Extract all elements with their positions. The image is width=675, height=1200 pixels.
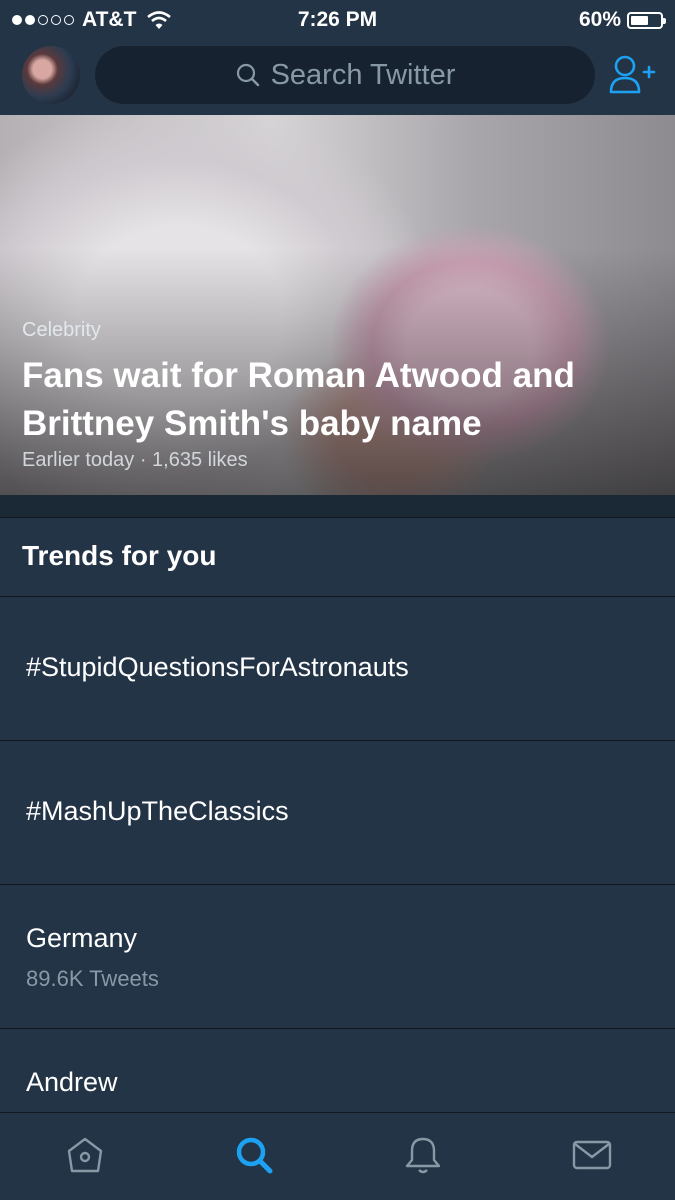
search-placeholder: Search Twitter <box>270 58 456 91</box>
clock: 7:26 PM <box>297 8 378 31</box>
trend-name: Andrew <box>26 1067 118 1097</box>
search-icon <box>236 63 259 87</box>
trend-name: #StupidQuestionsForAstronauts <box>26 652 409 682</box>
trend-tweet-count: 89.6K Tweets <box>26 966 159 991</box>
trends-header: Trends for you <box>0 517 675 597</box>
featured-category: Celebrity <box>22 319 101 341</box>
profile-avatar[interactable] <box>22 46 80 104</box>
search-icon[interactable] <box>232 1133 276 1177</box>
home-icon[interactable] <box>63 1133 107 1177</box>
trend-item[interactable]: #MashUpTheClassics <box>0 741 675 885</box>
notifications-icon[interactable] <box>401 1133 445 1177</box>
status-bar: AT&T 7:26 PM 60% <box>0 0 675 38</box>
featured-story[interactable]: Celebrity Fans wait for Roman Atwood and… <box>0 115 675 495</box>
top-navigation: Search Twitter <box>0 38 675 115</box>
tab-bar <box>0 1112 675 1200</box>
featured-headline: Fans wait for Roman Atwood and Brittney … <box>22 356 575 443</box>
trends-title: Trends for you <box>22 540 217 571</box>
trend-item[interactable]: #StupidQuestionsForAstronauts <box>0 597 675 741</box>
trend-name: Germany <box>26 923 138 953</box>
battery-percent: 60% <box>578 8 621 31</box>
search-bar[interactable]: Search Twitter <box>95 46 595 104</box>
trend-item[interactable]: Germany 89.6K Tweets <box>0 885 675 1029</box>
battery-icon <box>627 11 666 29</box>
add-user-icon[interactable] <box>607 52 657 100</box>
messages-icon[interactable] <box>570 1133 614 1177</box>
featured-meta: Earlier today · 1,635 likes <box>22 449 248 471</box>
trend-name: #MashUpTheClassics <box>26 796 289 826</box>
